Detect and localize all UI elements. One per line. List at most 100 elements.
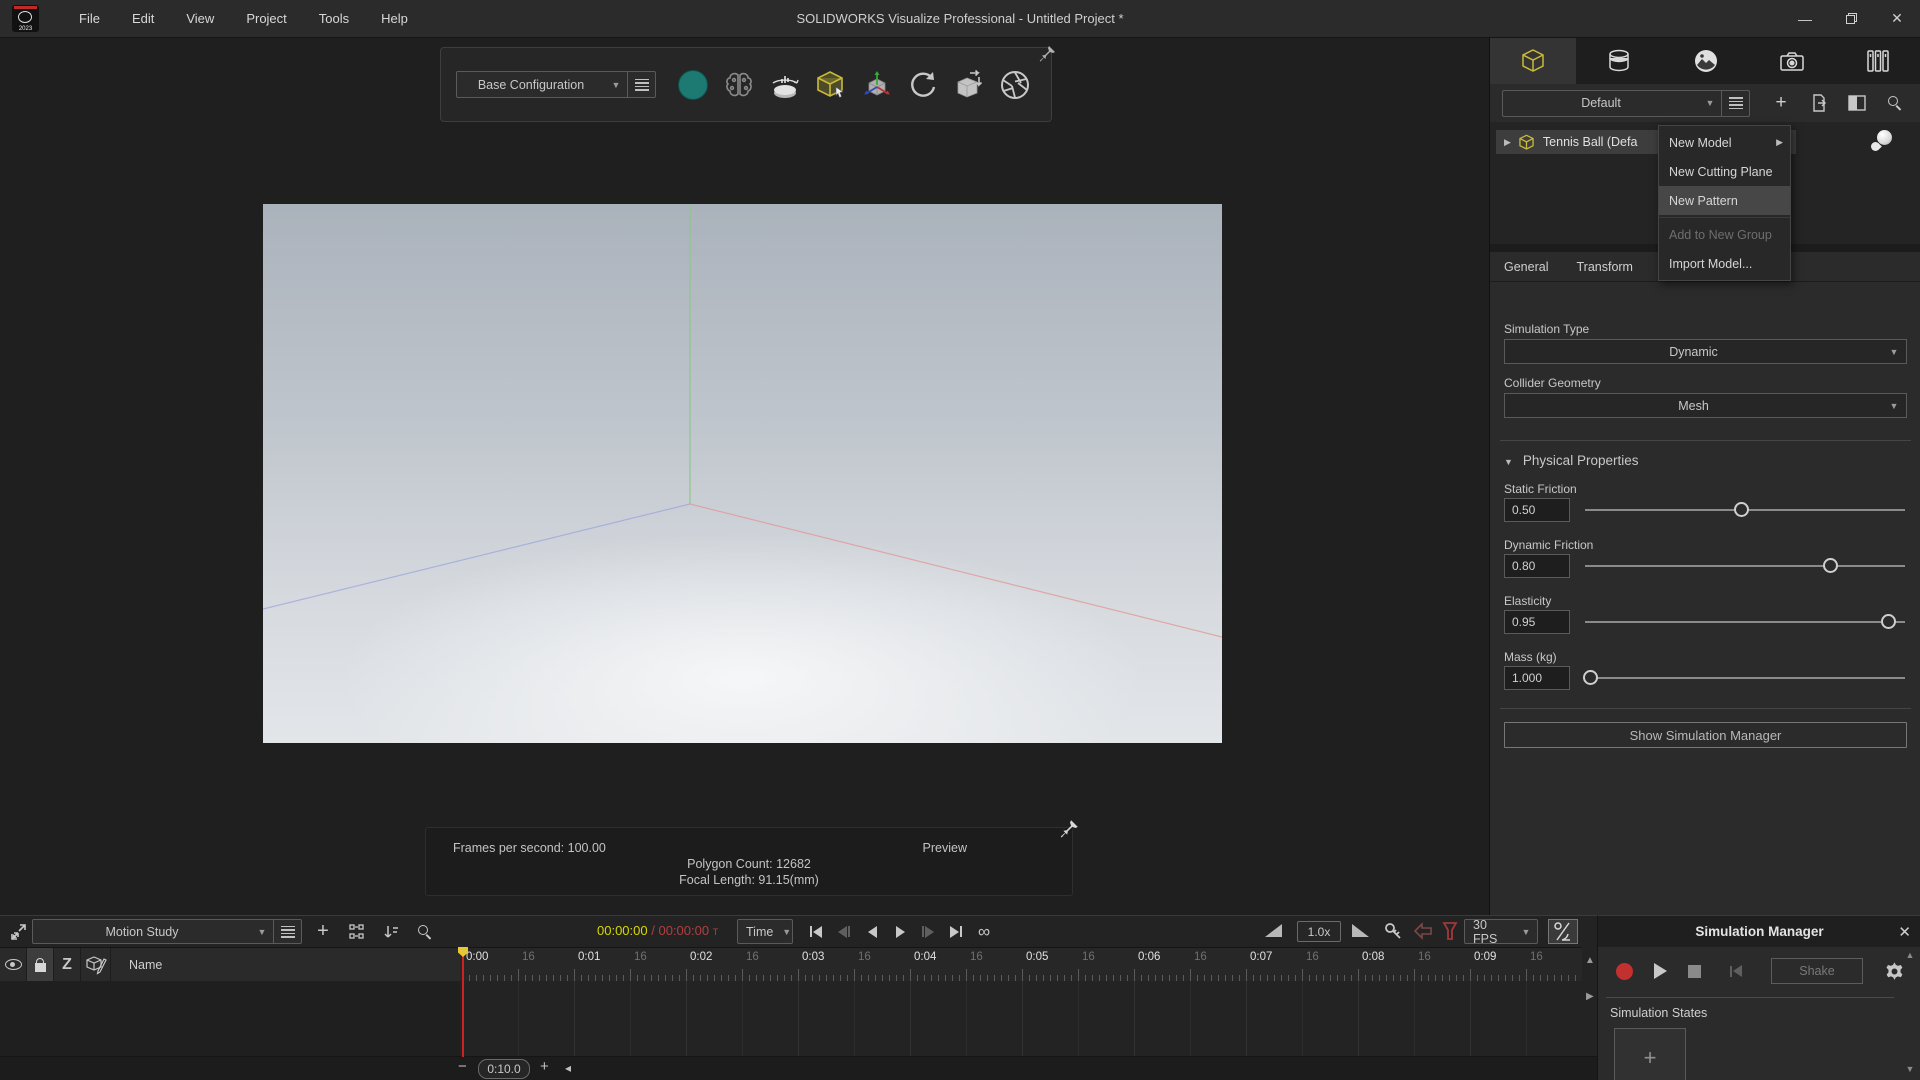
overlay-pin-icon[interactable] — [1060, 818, 1080, 838]
playback-speed-box[interactable]: 1.0x — [1297, 921, 1341, 942]
search-button[interactable] — [1882, 90, 1908, 116]
slider-handle[interactable] — [1881, 614, 1896, 629]
go-to-end-button[interactable] — [942, 926, 970, 938]
physical-properties-header[interactable]: ▼Physical Properties — [1504, 453, 1638, 468]
render-button[interactable] — [996, 66, 1033, 103]
tab-panels[interactable] — [1835, 38, 1920, 84]
sim-play-button[interactable] — [1654, 963, 1667, 979]
pin-icon[interactable] — [1039, 44, 1057, 62]
preset-menu-button[interactable] — [1721, 91, 1749, 116]
rotate-view-button[interactable] — [904, 66, 941, 103]
slider-handle[interactable] — [1583, 670, 1598, 685]
time-mode-dropdown[interactable]: Time ▼ — [737, 919, 793, 944]
ramp-down-button[interactable] — [1352, 924, 1369, 942]
undo-sim-button[interactable] — [1412, 921, 1434, 946]
add-simulation-state-tile[interactable]: + — [1614, 1028, 1686, 1080]
tab-general[interactable]: General — [1490, 260, 1562, 274]
denoiser-button[interactable] — [720, 66, 757, 103]
ruler-scroll-up-icon[interactable]: ▲ — [1585, 955, 1595, 966]
ramp-up-button[interactable] — [1265, 924, 1282, 942]
playhead[interactable] — [462, 947, 464, 1057]
go-to-start-button[interactable] — [802, 926, 830, 938]
menu-help[interactable]: Help — [365, 0, 424, 38]
play-reverse-button[interactable] — [858, 926, 886, 938]
dynamic-friction-input[interactable]: 0.80 — [1504, 554, 1570, 578]
configuration-dropdown[interactable]: Base Configuration ▼ — [456, 71, 656, 98]
timeline-tracks[interactable] — [460, 981, 1582, 1056]
scroll-left-icon[interactable]: ◂ — [565, 1061, 571, 1075]
record-button[interactable] — [1616, 963, 1633, 980]
slider-handle[interactable] — [1734, 502, 1749, 517]
turntable-button[interactable] — [766, 66, 803, 103]
menu-item-new-pattern[interactable]: New Pattern — [1659, 186, 1790, 215]
select-model-button[interactable] — [812, 66, 849, 103]
motion-study-dropdown[interactable]: Motion Study ▼ — [32, 919, 302, 944]
menu-item-import-model[interactable]: Import Model... — [1659, 249, 1790, 278]
static-friction-input[interactable]: 0.50 — [1504, 498, 1570, 522]
step-back-button[interactable] — [830, 926, 858, 938]
panel-expand-icon[interactable]: ▶ — [1586, 991, 1594, 1002]
add-button[interactable]: + — [1768, 90, 1794, 116]
viewport-3d[interactable] — [263, 204, 1222, 743]
track-list[interactable] — [0, 981, 460, 1056]
curve-column-button[interactable]: Z — [54, 948, 81, 982]
add-keyframe-button[interactable]: + — [310, 919, 336, 944]
transform-button[interactable] — [858, 66, 895, 103]
keyframe-grid-button[interactable] — [344, 919, 370, 944]
gear-icon[interactable] — [1884, 961, 1905, 982]
expand-caret-icon[interactable]: ▶ — [1504, 137, 1511, 148]
tab-models[interactable] — [1490, 38, 1576, 84]
export-button[interactable] — [1806, 90, 1832, 116]
tab-environments[interactable] — [1662, 38, 1748, 84]
fps-dropdown[interactable]: 30 FPS ▼ — [1464, 919, 1538, 944]
menu-item-add-to-new-group[interactable]: Add to New Group — [1659, 220, 1790, 249]
menu-view[interactable]: View — [170, 0, 230, 38]
mass-input[interactable]: 1.000 — [1504, 666, 1570, 690]
menu-tools[interactable]: Tools — [303, 0, 365, 38]
trim-timeline-button[interactable] — [1440, 921, 1460, 946]
animation-snap-toggle[interactable] — [1548, 919, 1578, 944]
motion-study-menu-button[interactable] — [273, 920, 301, 943]
mass-slider[interactable] — [1585, 666, 1905, 690]
visibility-column-button[interactable] — [0, 948, 27, 982]
autokey-button[interactable] — [1382, 920, 1404, 947]
simulation-type-select[interactable]: Dynamic ▼ — [1504, 339, 1907, 364]
tab-appearances[interactable] — [1576, 38, 1662, 84]
sim-stop-button[interactable] — [1688, 965, 1701, 978]
elasticity-slider[interactable] — [1585, 610, 1905, 634]
tab-transform[interactable]: Transform — [1562, 260, 1647, 274]
preset-dropdown[interactable]: Default ▼ — [1502, 90, 1750, 117]
lock-column-button[interactable] — [27, 948, 54, 982]
timeline-search-button[interactable] — [412, 919, 438, 944]
play-button[interactable] — [886, 926, 914, 938]
restore-button[interactable] — [1828, 0, 1874, 38]
scroll-down-icon[interactable]: ▼ — [1904, 1064, 1916, 1074]
sort-button[interactable] — [378, 919, 404, 944]
menu-file[interactable]: File — [63, 0, 116, 38]
collider-geometry-select[interactable]: Mesh ▼ — [1504, 393, 1907, 418]
dynamic-friction-slider[interactable] — [1585, 554, 1905, 578]
elasticity-input[interactable]: 0.95 — [1504, 610, 1570, 634]
slider-handle[interactable] — [1823, 558, 1838, 573]
collapse-panel-icon[interactable] — [8, 922, 28, 942]
show-simulation-manager-button[interactable]: Show Simulation Manager — [1504, 722, 1907, 748]
configuration-menu-button[interactable] — [627, 72, 655, 97]
zoom-in-button[interactable]: + — [540, 1058, 549, 1075]
menu-project[interactable]: Project — [230, 0, 302, 38]
menu-edit[interactable]: Edit — [116, 0, 170, 38]
range-end-box[interactable]: 0:10.0 — [478, 1059, 530, 1079]
timeline-ruler[interactable]: 0:00160:01160:02160:03160:04160:05160:06… — [460, 947, 1582, 981]
environment-rotate-button[interactable] — [950, 66, 987, 103]
shake-button[interactable]: Shake — [1771, 958, 1863, 984]
sim-rewind-button[interactable] — [1722, 965, 1750, 977]
tab-cameras[interactable] — [1749, 38, 1835, 84]
close-button[interactable]: ✕ — [1874, 0, 1920, 38]
loop-button[interactable]: ∞ — [970, 922, 998, 942]
menu-item-new-model[interactable]: New Model ▶ — [1659, 128, 1790, 157]
scroll-up-icon[interactable]: ▲ — [1904, 950, 1916, 960]
minimize-button[interactable]: — — [1782, 0, 1828, 38]
split-view-button[interactable] — [1844, 90, 1870, 116]
menu-item-new-cutting-plane[interactable]: New Cutting Plane — [1659, 157, 1790, 186]
scrollbar[interactable]: ▲ ▼ — [1904, 950, 1916, 1078]
static-friction-slider[interactable] — [1585, 498, 1905, 522]
